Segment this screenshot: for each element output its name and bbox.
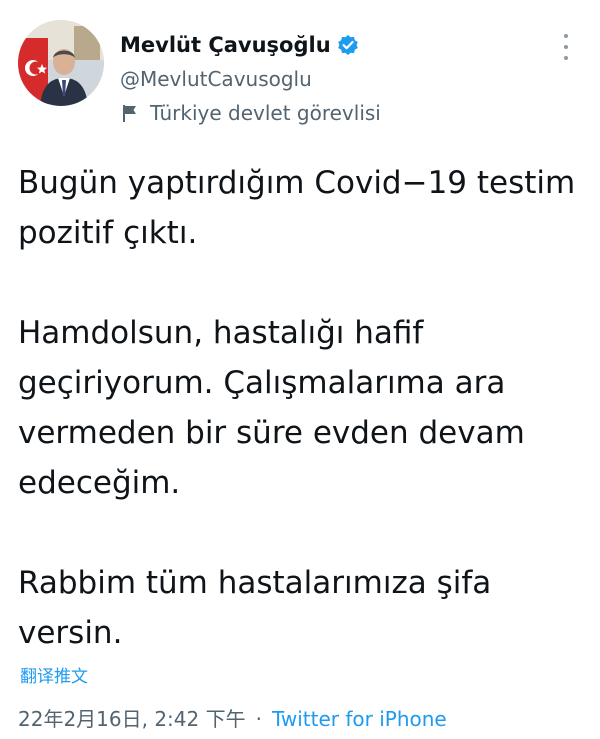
- translate-tweet-link[interactable]: 翻译推文: [20, 666, 88, 688]
- tweet-source-link[interactable]: Twitter for iPhone: [272, 707, 447, 731]
- display-name-row: Mevlüt Çavuşoğlu: [120, 30, 381, 60]
- tweet-timestamp[interactable]: 22年2月16日, 2:42 下午: [18, 707, 246, 731]
- author-info: Mevlüt Çavuşoğlu @MevlutCavusoglu Türkiy…: [120, 30, 381, 128]
- avatar[interactable]: [18, 20, 104, 106]
- verified-badge-icon: [337, 34, 359, 56]
- metadata-separator: ·: [255, 707, 262, 731]
- avatar-image: [18, 20, 104, 106]
- affiliation-label: Türkiye devlet görevlisi: [150, 101, 381, 125]
- tweet-paragraph: Rabbim tüm hastalarımıza şifa versin.: [18, 565, 492, 651]
- tweet-text: Bugün yaptırdığım Covid−19 testim poziti…: [18, 158, 588, 658]
- flag-icon: [120, 103, 140, 123]
- author-handle[interactable]: @MevlutCavusoglu: [120, 64, 381, 94]
- tweet-metadata: 22年2月16日, 2:42 下午 · Twitter for iPhone: [18, 705, 447, 733]
- display-name[interactable]: Mevlüt Çavuşoğlu: [120, 33, 331, 57]
- affiliation-label-row: Türkiye devlet görevlisi: [120, 98, 381, 128]
- tweet-header: Mevlüt Çavuşoğlu @MevlutCavusoglu Türkiy…: [18, 20, 582, 140]
- tweet-paragraph: Bugün yaptırdığım Covid−19 testim poziti…: [18, 165, 576, 251]
- more-options-icon[interactable]: [556, 34, 576, 60]
- tweet-paragraph: Hamdolsun, hastalığı hafif geçiriyorum. …: [18, 315, 525, 501]
